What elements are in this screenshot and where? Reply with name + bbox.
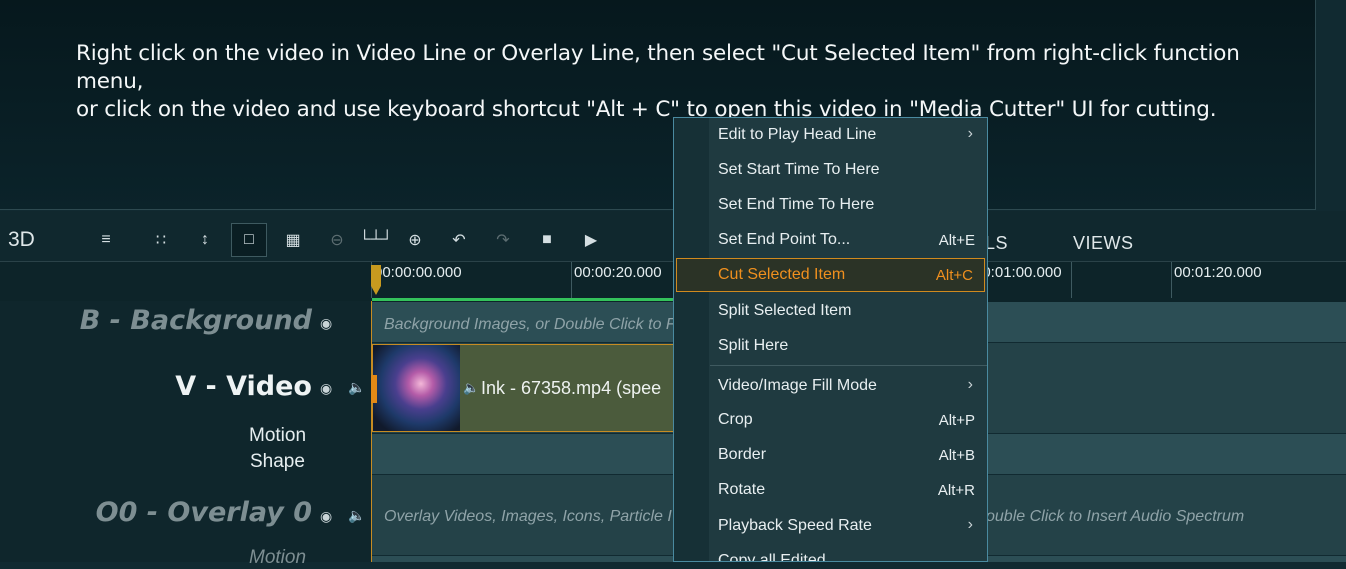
menu-item-edit-to-play-head-line[interactable]: Edit to Play Head Line › (674, 118, 987, 152)
menu-item-shortcut: Alt+E (938, 232, 975, 249)
menu-item-label: Split Here (718, 337, 789, 354)
menu-item-video-image-fill-mode[interactable]: Video/Image Fill Mode › (674, 369, 987, 403)
menu-item-label: Playback Speed Rate (718, 517, 872, 534)
motion-label: Motion (249, 425, 307, 446)
overlay-track-title: O0 - Overlay 0 (95, 497, 312, 528)
menu-separator (710, 365, 987, 366)
redo-icon[interactable]: ↷ (492, 229, 514, 251)
zoom-out-icon[interactable]: ⊖ (326, 229, 348, 251)
instruction-banner: Right click on the video in Video Line o… (0, 0, 1316, 210)
speaker-icon: 🔈 (463, 380, 480, 395)
clip-label: Ink - 67358.mp4 (spee (481, 378, 662, 398)
menu-item-label: Rotate (718, 481, 766, 498)
menu-item-crop[interactable]: Crop Alt+P (674, 403, 987, 437)
chevron-right-icon: › (967, 376, 973, 393)
track-headers: B - Background ◉ V - Video ◉ 🔈 Motion Sh… (0, 301, 372, 568)
menu-item-label: Set Start Time To Here (718, 161, 880, 178)
instruction-line-1: Right click on the video in Video Line o… (76, 41, 1240, 94)
play-icon[interactable]: ▶ (580, 229, 602, 251)
menu-item-set-end-point-to[interactable]: Set End Point To... Alt+E (674, 223, 987, 257)
eye-icon[interactable]: ◉ (320, 508, 332, 525)
menu-item-shortcut: Alt+P (938, 412, 975, 429)
clip-trim-handle[interactable] (371, 375, 377, 403)
menu-item-shortcut: Alt+R (937, 482, 975, 499)
menu-item-copy-all-edited[interactable]: Copy all Edited (674, 544, 987, 562)
eye-icon[interactable]: ◉ (320, 380, 332, 397)
menu-item-rotate[interactable]: Rotate Alt+R (674, 473, 987, 507)
video-track-title: V - Video (175, 371, 312, 402)
chevron-right-icon: › (967, 125, 973, 142)
menu-item-label: Set End Point To... (718, 231, 851, 248)
stop-icon[interactable]: ■ (536, 229, 558, 251)
ruler-tick (571, 262, 572, 298)
video-clip[interactable]: 🔈 Ink - 67358.mp4 (spee (371, 344, 674, 432)
vertical-resize-icon[interactable]: ↕ (194, 229, 216, 251)
menu-item-split-here[interactable]: Split Here (674, 329, 987, 363)
playhead-handle[interactable] (371, 265, 381, 295)
zoom-in-icon[interactable]: ⊕ (404, 229, 426, 251)
context-menu: Edit to Play Head Line › Set Start Time To… (673, 117, 988, 562)
overlay-hint-right: ouble Click to Insert Audio Spectrum (986, 508, 1245, 525)
menu-item-set-end-time-to-here[interactable]: Set End Time To Here (674, 188, 987, 222)
undo-icon[interactable]: ↶ (448, 229, 470, 251)
menu-item-cut-selected-item[interactable]: Cut Selected Item Alt+C (676, 258, 985, 292)
clip-thumbnail (373, 345, 460, 431)
menu-item-label: Split Selected Item (718, 302, 852, 319)
menu-item-label: Border (718, 446, 767, 463)
background-hint: Background Images, or Double Click to F (384, 316, 676, 333)
chevron-right-icon: › (967, 516, 973, 533)
ruler-tick (1171, 262, 1172, 298)
ruler-tick (1071, 262, 1072, 298)
calendar-icon[interactable]: ▦ (282, 229, 304, 251)
ruler-label: 00:00:20.000 (574, 264, 662, 281)
menu-item-border[interactable]: Border Alt+B (674, 438, 987, 472)
select-box-icon[interactable]: □ (231, 223, 267, 257)
instruction-text: Right click on the video in Video Line o… (76, 40, 1306, 124)
background-track-title: B - Background (79, 305, 312, 336)
overlay-motion-label: Motion (249, 547, 307, 568)
tab-partial[interactable]: LS (985, 233, 1008, 254)
menu-item-playback-speed-rate[interactable]: Playback Speed Rate › (674, 509, 987, 543)
ruler-label: 00:01:20.000 (1174, 264, 1262, 281)
menu-item-label: Copy all Edited (718, 552, 826, 562)
menu-item-label: Set End Time To Here (718, 196, 875, 213)
menu-item-label: Edit to Play Head Line (718, 126, 877, 143)
menu-item-set-start-time-to-here[interactable]: Set Start Time To Here (674, 153, 987, 187)
grid-icon[interactable]: ∷ (150, 229, 172, 251)
shape-label: Shape (250, 451, 305, 472)
menu-item-label: Cut Selected Item (718, 266, 846, 283)
tab-views[interactable]: VIEWS (1073, 233, 1134, 254)
eye-icon[interactable]: ◉ (320, 315, 332, 332)
menu-item-shortcut: Alt+C (935, 267, 973, 284)
3d-mode-button[interactable]: 3D (8, 228, 35, 252)
menu-item-label: Video/Image Fill Mode (718, 377, 877, 394)
menu-item-shortcut: Alt+B (938, 447, 975, 464)
speaker-icon[interactable]: 🔈 (348, 379, 365, 396)
menu-item-label: Crop (718, 411, 753, 428)
playhead-range-bar (372, 298, 674, 301)
ruler-label: 00:00:00.000 (374, 264, 462, 281)
overlay-hint: Overlay Videos, Images, Icons, Particle … (384, 508, 672, 525)
menu-item-split-selected-item[interactable]: Split Selected Item (674, 294, 987, 328)
align-left-icon[interactable]: ≡ (95, 229, 117, 251)
ruler-icon[interactable]: └┴┘ (359, 229, 393, 251)
speaker-icon[interactable]: 🔈 (348, 507, 365, 524)
